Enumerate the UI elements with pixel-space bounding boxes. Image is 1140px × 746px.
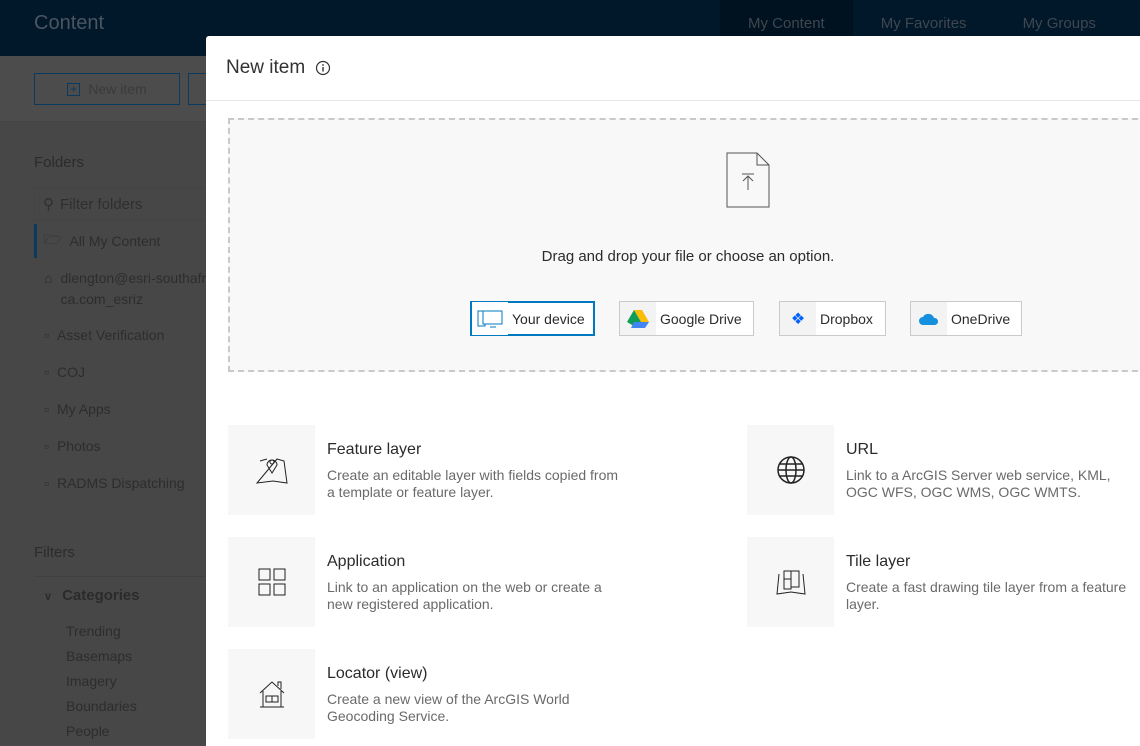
google-drive-button[interactable]: Google Drive — [619, 301, 754, 336]
item-title: URL — [846, 441, 879, 458]
folder-all-my-content[interactable]: 🗁 All My Content — [34, 224, 214, 258]
folder-home[interactable]: ⌂ dlengton@esri-southafrica.com_esriz — [34, 268, 214, 310]
onedrive-icon — [911, 302, 947, 335]
drop-instructions: Drag and drop your file or choose an opt… — [541, 248, 835, 265]
monitor-icon — [472, 302, 508, 335]
home-icon: ⌂ — [44, 270, 53, 286]
onedrive-button[interactable]: OneDrive — [910, 301, 1022, 336]
folder-icon: ▫ — [44, 438, 49, 454]
tile-map-icon — [775, 570, 806, 595]
info-icon[interactable] — [315, 60, 331, 76]
category-item[interactable]: Basemaps — [66, 648, 132, 664]
url-option[interactable]: URL Link to a ArcGIS Server web service, … — [747, 425, 1140, 515]
divider — [34, 576, 206, 577]
filters-heading: Filters — [34, 544, 75, 561]
item-description: Create a new view of the ArcGIS World Ge… — [327, 691, 570, 724]
locator-view-option[interactable]: Locator (view) Create a new view of the A… — [228, 649, 627, 739]
plus-icon: + — [67, 82, 81, 96]
folder-icon: ▫ — [44, 401, 49, 417]
grid-icon — [258, 568, 285, 596]
folders-heading: Folders — [34, 154, 85, 171]
dropbox-button[interactable]: ❖ Dropbox — [779, 301, 886, 336]
folder-icon: ▫ — [44, 475, 49, 491]
house-icon — [259, 681, 284, 708]
item-description: Create a fast drawing tile layer from a … — [846, 579, 1127, 612]
file-upload-icon — [726, 152, 770, 208]
item-title: Tile layer — [846, 553, 911, 570]
item-description: Link to an application on the web or cre… — [327, 579, 602, 612]
item-title: Feature layer — [327, 441, 422, 458]
globe-icon — [776, 456, 805, 484]
new-item-button[interactable]: + New item — [34, 73, 180, 105]
tile-layer-option[interactable]: Tile layer Create a fast drawing tile lay… — [747, 537, 1140, 627]
file-drop-zone[interactable]: Drag and drop your file or choose an opt… — [228, 118, 1140, 372]
chevron-down-icon: ∨ — [44, 591, 53, 603]
folder-item[interactable]: ▫ My Apps — [34, 401, 214, 417]
google-drive-icon — [620, 302, 656, 335]
item-description: Create an editable layer with fields cop… — [327, 467, 619, 500]
map-pin-icon — [255, 458, 288, 484]
dropbox-icon: ❖ — [780, 302, 816, 335]
new-item-dialog: New item Drag and drop your file or choo… — [206, 36, 1140, 746]
feature-layer-option[interactable]: Feature layer Create an editable layer wi… — [228, 425, 627, 515]
folder-item[interactable]: ▫ RADMS Dispatching — [34, 475, 214, 491]
folder-item[interactable]: ▫ Photos — [34, 438, 214, 454]
folder-item[interactable]: ▫ Asset Verification — [34, 327, 214, 343]
item-description: Link to a ArcGIS Server web service, KML… — [846, 467, 1111, 500]
folder-item[interactable]: ▫ COJ — [34, 364, 214, 380]
category-item[interactable]: Imagery — [66, 673, 117, 689]
categories-toggle[interactable]: ∨ Categories — [44, 587, 140, 604]
filter-folders-input[interactable]: ⚲ Filter folders — [34, 187, 224, 221]
category-item[interactable]: People — [66, 723, 110, 739]
folder-open-icon: 🗁 — [44, 231, 62, 247]
item-title: Application — [327, 553, 406, 570]
your-device-button[interactable]: Your device — [470, 301, 595, 336]
search-icon: ⚲ — [43, 196, 54, 213]
item-title: Locator (view) — [327, 665, 428, 682]
application-option[interactable]: Application Link to an application on the… — [228, 537, 627, 627]
page-title: Content — [34, 12, 105, 34]
folder-icon: ▫ — [44, 364, 49, 380]
dialog-title: New item — [226, 57, 306, 78]
category-item[interactable]: Trending — [66, 623, 121, 639]
category-item[interactable]: Boundaries — [66, 698, 137, 714]
folder-icon: ▫ — [44, 327, 49, 343]
